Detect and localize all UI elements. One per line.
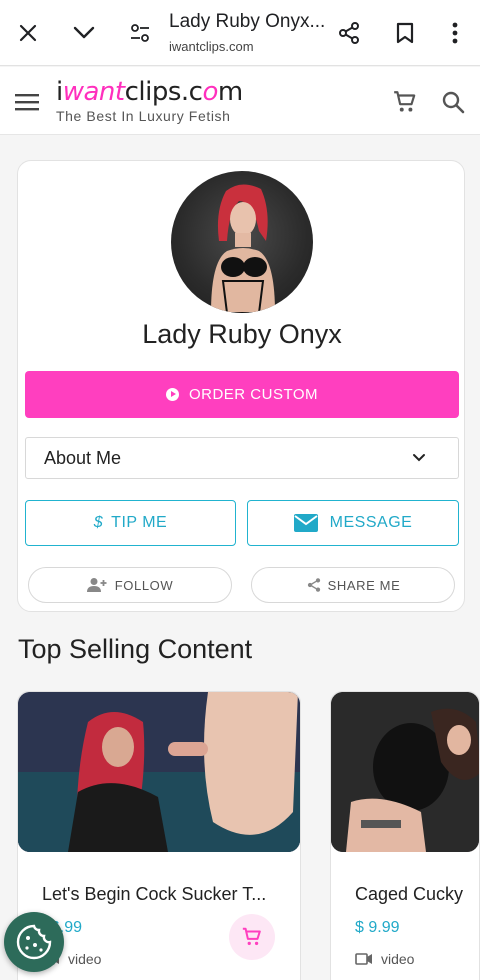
- search-icon[interactable]: [437, 86, 469, 118]
- browser-toolbar: Lady Ruby Onyx... iwantclips.com: [0, 0, 480, 66]
- url-text[interactable]: iwantclips.com: [169, 39, 254, 54]
- more-vert-icon[interactable]: [439, 17, 471, 49]
- site-header: iwantclips.com The Best In Luxury Fetish: [0, 67, 480, 135]
- profile-card: Lady Ruby Onyx ORDER CUSTOM About Me $ T…: [17, 160, 465, 612]
- clip-type-label: video: [68, 951, 102, 967]
- logo-text-3: m: [217, 77, 243, 107]
- message-label: MESSAGE: [329, 514, 413, 531]
- chevron-down-icon: [412, 450, 426, 468]
- share-icon[interactable]: [333, 17, 365, 49]
- follow-label: FOLLOW: [114, 577, 174, 593]
- clip-type-label: video: [381, 951, 415, 967]
- share-me-label: SHARE ME: [327, 577, 401, 593]
- logo-text-o: o: [202, 77, 218, 107]
- hamburger-icon[interactable]: [11, 86, 43, 118]
- video-icon: [355, 953, 373, 965]
- about-me-label: About Me: [44, 448, 122, 468]
- about-me-dropdown[interactable]: About Me: [25, 437, 459, 479]
- envelope-icon: [293, 514, 318, 532]
- clip-thumbnail[interactable]: [331, 692, 479, 852]
- clip-title[interactable]: Caged Cucky: [355, 884, 463, 905]
- site-settings-icon[interactable]: [124, 17, 156, 49]
- clip-price: $ 9.99: [355, 919, 400, 936]
- site-logo[interactable]: iwantclips.com: [56, 77, 243, 107]
- site-tagline: The Best In Luxury Fetish: [56, 108, 231, 124]
- logo-text-1: i: [56, 77, 63, 107]
- message-button[interactable]: MESSAGE: [247, 500, 459, 546]
- play-circle-icon: [165, 388, 179, 401]
- section-heading: Top Selling Content: [18, 634, 253, 664]
- person-add-icon: [86, 577, 107, 593]
- tab-title: Lady Ruby Onyx...: [169, 11, 324, 32]
- clip-title[interactable]: Let's Begin Cock Sucker T...: [42, 884, 266, 905]
- clip-thumbnail[interactable]: [18, 692, 300, 852]
- clip-card[interactable]: Caged Cucky $ 9.99 video: [330, 691, 480, 980]
- tip-me-button[interactable]: $ TIP ME: [25, 500, 236, 546]
- close-icon[interactable]: [12, 17, 44, 49]
- cart-icon: [242, 927, 261, 946]
- share-me-button[interactable]: SHARE ME: [251, 567, 455, 603]
- tip-me-label: TIP ME: [111, 514, 168, 531]
- profile-name: Lady Ruby Onyx: [142, 319, 342, 349]
- logo-text-2: clips.c: [124, 77, 203, 107]
- clip-type: video: [355, 951, 414, 967]
- cart-icon[interactable]: [389, 86, 421, 118]
- order-custom-label: ORDER CUSTOM: [188, 386, 319, 403]
- add-to-cart-button[interactable]: [229, 914, 275, 960]
- follow-button[interactable]: FOLLOW: [28, 567, 232, 603]
- share-icon: [306, 577, 322, 593]
- logo-text-want: want: [62, 77, 125, 107]
- bookmark-icon[interactable]: [389, 17, 421, 49]
- avatar[interactable]: [171, 171, 313, 313]
- cookie-icon: [16, 924, 52, 960]
- order-custom-button[interactable]: ORDER CUSTOM: [25, 371, 459, 418]
- cookie-settings-button[interactable]: [4, 912, 64, 972]
- dollar-icon: $: [93, 514, 104, 531]
- chevron-down-icon[interactable]: [68, 17, 100, 49]
